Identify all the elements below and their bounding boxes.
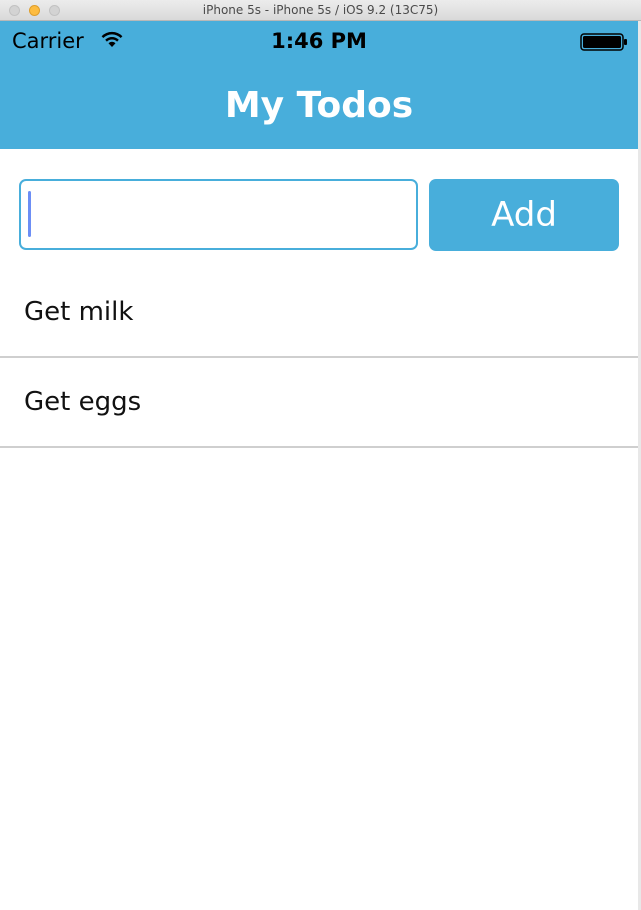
window-titlebar: iPhone 5s - iPhone 5s / iOS 9.2 (13C75) [0,0,641,21]
todo-input[interactable] [19,179,418,250]
status-time: 1:46 PM [271,29,367,53]
simulator-window: iPhone 5s - iPhone 5s / iOS 9.2 (13C75) … [0,0,641,910]
page-title: My Todos [224,85,414,126]
todo-item-label: Get milk [24,297,134,327]
battery-icon [580,33,627,51]
todo-item[interactable]: Get eggs [0,358,638,448]
window-title: iPhone 5s - iPhone 5s / iOS 9.2 (13C75) [202,3,439,17]
text-cursor [28,191,31,237]
todo-list: Get milk Get eggs [0,268,638,448]
add-button[interactable]: Add [429,179,619,251]
status-bar: Carrier 1:46 PM [0,21,638,61]
app-header: Carrier 1:46 PM My Todos [0,21,638,149]
todo-item[interactable]: Get milk [0,268,638,358]
todo-item-label: Get eggs [24,387,142,417]
